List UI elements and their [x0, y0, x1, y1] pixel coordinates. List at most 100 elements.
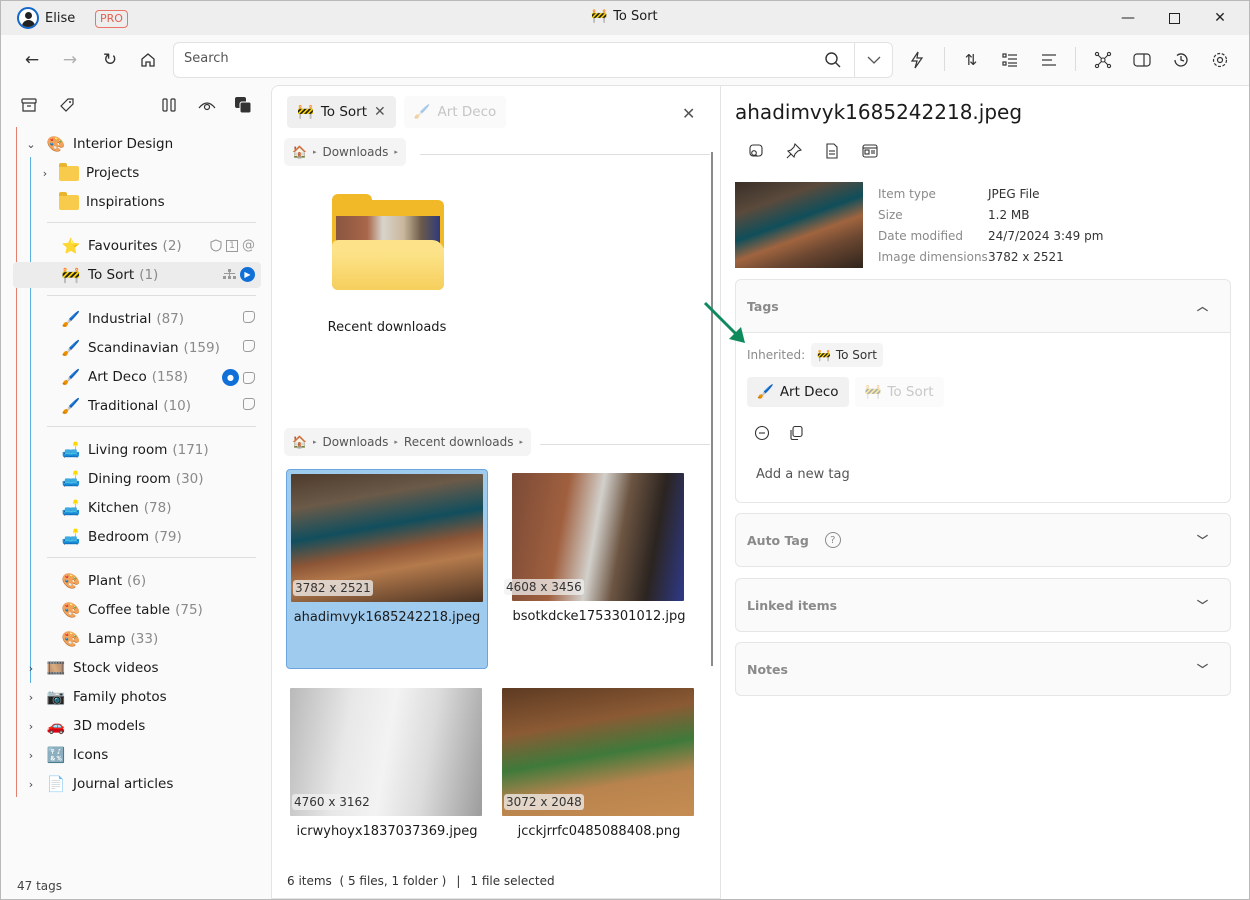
chevron-down-icon[interactable]: ﹀: [1197, 661, 1208, 677]
tree-item-favourites[interactable]: ⭐ Favourites (2) 1 @: [61, 233, 261, 259]
note-icon[interactable]: [243, 311, 255, 323]
minimize-button[interactable]: —: [1105, 1, 1151, 35]
settings-button[interactable]: [1207, 47, 1233, 73]
tree-item-kitchen[interactable]: 🛋️ Kitchen (78): [61, 495, 261, 521]
tag-chip-art-deco[interactable]: 🖌️ Art Deco: [747, 377, 849, 407]
tree-item-3d-models[interactable]: › 🚗 3D models: [25, 713, 265, 739]
home-button[interactable]: [135, 47, 161, 73]
shield-icon[interactable]: [210, 239, 222, 252]
help-icon[interactable]: ?: [824, 532, 841, 548]
notes-section[interactable]: Notes ﹀: [735, 642, 1231, 696]
file-tile[interactable]: 3072 x 2048 jcckjrrfc0485088408.png: [498, 684, 700, 884]
file-tile[interactable]: 4608 x 3456 bsotkdcke1753301012.jpg: [498, 469, 700, 669]
breadcrumb-separator[interactable]: ▸: [519, 438, 523, 446]
chevron-down-icon[interactable]: ﹀: [1197, 532, 1208, 548]
folder-name[interactable]: Recent downloads: [302, 320, 472, 335]
breadcrumb-separator[interactable]: ▸: [394, 148, 398, 156]
search-input[interactable]: [184, 51, 804, 66]
tree-item-dining-room[interactable]: 🛋️ Dining room (30): [61, 466, 261, 492]
chevron-right-icon[interactable]: ›: [25, 720, 37, 733]
back-button[interactable]: ←: [19, 47, 45, 73]
note-icon[interactable]: [243, 398, 255, 410]
home-icon[interactable]: 🏠: [292, 145, 307, 159]
hierarchy-icon[interactable]: [223, 269, 236, 280]
remove-chip-icon[interactable]: ✕: [374, 104, 386, 120]
tags-header[interactable]: Tags ︿: [736, 280, 1230, 332]
vertical-scrollbar[interactable]: [711, 152, 713, 666]
tree-item-journal-articles[interactable]: › 📄 Journal articles: [25, 771, 265, 797]
number-one-icon[interactable]: 1: [226, 239, 238, 252]
chevron-right-icon[interactable]: ›: [25, 749, 37, 762]
filter-chip-to-sort[interactable]: 🚧 To Sort ✕: [287, 96, 396, 128]
user-account[interactable]: Elise: [17, 7, 75, 29]
breadcrumb-item[interactable]: Downloads: [322, 145, 388, 159]
tree-item-lamp[interactable]: 🎨 Lamp (33): [61, 626, 261, 652]
chevron-right-icon[interactable]: ›: [25, 691, 37, 704]
remove-tag-icon[interactable]: [754, 425, 770, 441]
tree-item-icons[interactable]: › 🔣 Icons: [25, 742, 265, 768]
search-icon[interactable]: [824, 51, 842, 69]
layers-button[interactable]: [233, 95, 253, 115]
tree-item-coffee-table[interactable]: 🎨 Coffee table (75): [61, 597, 261, 623]
auto-tag-section[interactable]: Auto Tag ? ﹀: [735, 513, 1231, 567]
graph-view-button[interactable]: [1090, 47, 1116, 73]
tree-item-scandinavian[interactable]: 🖌️ Scandinavian (159): [61, 335, 261, 361]
close-window-button[interactable]: ✕: [1197, 1, 1243, 35]
breadcrumb-item[interactable]: Downloads: [322, 435, 388, 449]
tags-button[interactable]: [57, 95, 77, 115]
panel-toggle-button[interactable]: [1129, 47, 1155, 73]
tree-item-living-room[interactable]: 🛋️ Living room (171): [61, 437, 261, 463]
tree-item-industrial[interactable]: 🖌️ Industrial (87): [61, 306, 261, 332]
tree-item-inspirations[interactable]: Inspirations: [59, 189, 259, 215]
align-button[interactable]: [1036, 47, 1062, 73]
document-icon[interactable]: [823, 142, 841, 160]
pin-icon[interactable]: [785, 142, 803, 160]
archive-button[interactable]: [19, 95, 39, 115]
location-pin-icon[interactable]: ●: [222, 369, 239, 386]
refresh-button[interactable]: ↻: [97, 47, 123, 73]
tree-item-stock-videos[interactable]: › 🎞️ Stock videos: [25, 655, 265, 681]
tree-item-interior-design[interactable]: ⌄ 🎨 Interior Design: [25, 131, 265, 157]
file-tile[interactable]: 3782 x 2521 ahadimvyk1685242218.jpeg: [286, 469, 488, 669]
chevron-down-icon[interactable]: ﹀: [1197, 597, 1208, 613]
columns-button[interactable]: [159, 95, 179, 115]
quick-actions-button[interactable]: [904, 47, 930, 73]
tree-item-family-photos[interactable]: › 📷 Family photos: [25, 684, 265, 710]
note-icon[interactable]: [243, 371, 255, 384]
forward-button[interactable]: →: [57, 47, 83, 73]
maximize-button[interactable]: [1151, 1, 1197, 35]
folder-thumbnail[interactable]: [332, 194, 444, 290]
tree-item-to-sort[interactable]: 🚧 To Sort (1) ▶: [13, 262, 261, 288]
visual-search-icon[interactable]: [747, 142, 765, 160]
note-icon[interactable]: [243, 340, 255, 352]
filter-chip-art-deco[interactable]: 🖌️ Art Deco: [403, 96, 507, 128]
breadcrumb-item[interactable]: Recent downloads: [404, 435, 514, 449]
chevron-down-icon[interactable]: [864, 51, 884, 69]
tag-chip-to-sort[interactable]: 🚧 To Sort: [854, 377, 944, 407]
add-tag-input[interactable]: [756, 467, 1056, 482]
image-preview[interactable]: [735, 182, 863, 268]
sort-button[interactable]: ⇅: [958, 47, 984, 73]
list-view-button[interactable]: [997, 47, 1023, 73]
history-button[interactable]: [1168, 47, 1194, 73]
inherited-tag-chip[interactable]: 🚧 To Sort: [811, 343, 883, 367]
chevron-down-icon[interactable]: ⌄: [25, 138, 37, 151]
linked-items-section[interactable]: Linked items ﹀: [735, 578, 1231, 632]
tree-item-projects[interactable]: › Projects: [39, 160, 259, 186]
tree-item-plant[interactable]: 🎨 Plant (6): [61, 568, 261, 594]
tree-item-bedroom[interactable]: 🛋️ Bedroom (79): [61, 524, 261, 550]
preview-button[interactable]: [197, 95, 217, 115]
chevron-right-icon[interactable]: ›: [25, 662, 37, 675]
close-filter-button[interactable]: ✕: [682, 104, 695, 123]
pro-badge[interactable]: PRO: [95, 10, 128, 28]
home-icon[interactable]: 🏠: [292, 435, 307, 449]
copy-icon[interactable]: [788, 425, 804, 441]
at-icon[interactable]: @: [242, 238, 255, 253]
chevron-right-icon[interactable]: ›: [25, 778, 37, 791]
file-tile[interactable]: 4760 x 3162 icrwyhoyx1837037369.jpeg: [286, 684, 488, 884]
chevron-right-icon[interactable]: ›: [39, 167, 51, 180]
tree-item-art-deco[interactable]: 🖌️ Art Deco (158) ●: [61, 364, 261, 390]
chevron-up-icon[interactable]: ︿: [1197, 298, 1208, 314]
card-view-icon[interactable]: [861, 142, 879, 160]
location-pin-icon[interactable]: ▶: [240, 267, 255, 282]
